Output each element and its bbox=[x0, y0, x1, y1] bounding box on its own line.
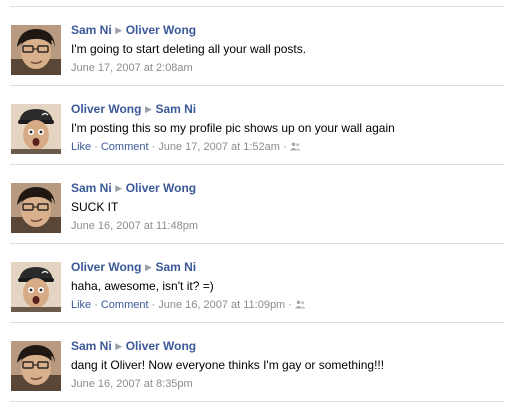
post-meta: June 16, 2007 at 8:35pm bbox=[71, 376, 193, 392]
wall-post: Sam Ni ▶ Oliver Wong dang it Oliver! Now ev… bbox=[0, 338, 514, 417]
arrow-right-icon: ▶ bbox=[144, 262, 152, 272]
recipient-link[interactable]: Oliver Wong bbox=[126, 339, 196, 353]
post-timestamp[interactable]: June 17, 2007 at 1:52am bbox=[158, 141, 280, 153]
comment-link[interactable]: Comment bbox=[101, 299, 149, 311]
separator-dot: · bbox=[288, 299, 292, 311]
like-link[interactable]: Like bbox=[71, 299, 91, 311]
author-link[interactable]: Sam Ni bbox=[71, 339, 112, 353]
post-meta: June 17, 2007 at 2:08am bbox=[71, 60, 193, 76]
separator-dot: · bbox=[282, 141, 287, 153]
avatar[interactable] bbox=[11, 262, 61, 312]
avatar[interactable] bbox=[11, 341, 61, 391]
wall-post: Sam Ni ▶ Oliver Wong I'm going to start del… bbox=[0, 22, 514, 101]
post-message: haha, awesome, isn't it? =) bbox=[71, 279, 214, 293]
post-header: Oliver Wong ▶ Sam Ni bbox=[71, 101, 196, 117]
like-link[interactable]: Like bbox=[71, 141, 91, 153]
post-meta: June 16, 2007 at 11:48pm bbox=[71, 218, 198, 234]
people-icon bbox=[294, 298, 306, 309]
post-header: Oliver Wong ▶ Sam Ni bbox=[71, 259, 196, 275]
post-meta: Like · Comment · June 17, 2007 at 1:52am · bbox=[71, 139, 301, 155]
post-header: Sam Ni ▶ Oliver Wong bbox=[71, 338, 196, 354]
arrow-right-icon: ▶ bbox=[144, 104, 152, 114]
post-timestamp[interactable]: June 16, 2007 at 11:48pm bbox=[71, 220, 198, 232]
arrow-right-icon: ▶ bbox=[115, 341, 123, 351]
avatar[interactable] bbox=[11, 25, 61, 75]
separator-dot: · bbox=[94, 299, 98, 311]
divider bbox=[10, 6, 504, 7]
post-timestamp[interactable]: June 17, 2007 at 2:08am bbox=[71, 62, 193, 74]
recipient-link[interactable]: Oliver Wong bbox=[126, 181, 196, 195]
wall-post: Sam Ni ▶ Oliver Wong SUCK IT June 16, 2007 a… bbox=[0, 180, 514, 259]
author-link[interactable]: Oliver Wong bbox=[71, 102, 141, 116]
recipient-link[interactable]: Sam Ni bbox=[155, 260, 196, 274]
author-link[interactable]: Sam Ni bbox=[71, 181, 112, 195]
wall-post: Oliver Wong ▶ Sam Ni haha, awesome, isn't i… bbox=[0, 259, 514, 338]
avatar[interactable] bbox=[11, 104, 61, 154]
avatar[interactable] bbox=[11, 183, 61, 233]
recipient-link[interactable]: Sam Ni bbox=[155, 102, 196, 116]
separator-dot: · bbox=[151, 299, 156, 311]
author-link[interactable]: Sam Ni bbox=[71, 23, 112, 37]
post-message: dang it Oliver! Now everyone thinks I'm … bbox=[71, 358, 385, 372]
recipient-link[interactable]: Oliver Wong bbox=[126, 23, 196, 37]
post-header: Sam Ni ▶ Oliver Wong bbox=[71, 22, 196, 38]
post-message: I'm posting this so my profile pic shows… bbox=[71, 121, 395, 135]
post-timestamp[interactable]: June 16, 2007 at 11:09pm bbox=[158, 299, 285, 311]
comment-link[interactable]: Comment bbox=[101, 141, 149, 153]
post-header: Sam Ni ▶ Oliver Wong bbox=[71, 180, 196, 196]
arrow-right-icon: ▶ bbox=[115, 25, 123, 35]
author-link[interactable]: Oliver Wong bbox=[71, 260, 141, 274]
people-icon bbox=[289, 140, 301, 151]
post-meta: Like · Comment · June 16, 2007 at 11:09pm · bbox=[71, 297, 306, 313]
arrow-right-icon: ▶ bbox=[115, 183, 123, 193]
post-message: SUCK IT bbox=[71, 200, 119, 214]
post-message: I'm going to start deleting all your wal… bbox=[71, 42, 307, 56]
post-timestamp[interactable]: June 16, 2007 at 8:35pm bbox=[71, 378, 193, 390]
separator-dot: · bbox=[151, 141, 156, 153]
wall-feed: Sam Ni ▶ Oliver Wong I'm going to start del… bbox=[0, 0, 514, 409]
separator-dot: · bbox=[94, 141, 98, 153]
wall-post: Oliver Wong ▶ Sam Ni I'm posting this so my… bbox=[0, 101, 514, 180]
